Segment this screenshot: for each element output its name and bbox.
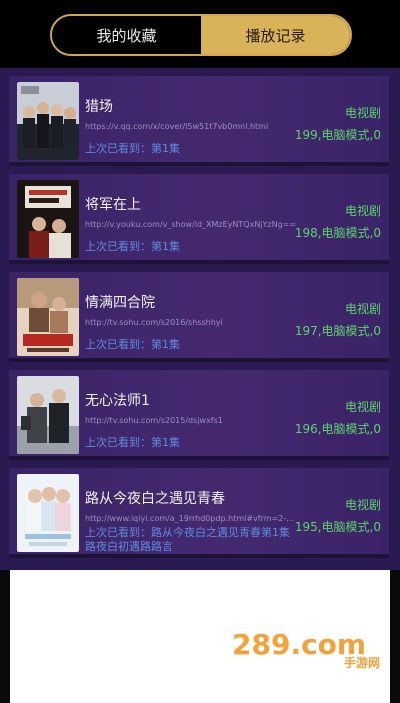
item-type: 电视剧 [344, 106, 381, 120]
watermark-logo: 289.com 手游网 [232, 628, 382, 672]
poster-thumbnail [17, 474, 79, 552]
app-screen: 我的收藏 播放记录 猎场 https://v.qq.com/x/cover/l5… [0, 0, 400, 703]
item-mode: 196,电脑模式,0 [294, 422, 381, 436]
item-title: 无心法师1 [85, 393, 150, 409]
item-mode: 195,电脑模式,0 [294, 520, 381, 534]
tab-play-history[interactable]: 播放记录 [201, 16, 350, 54]
item-url: http://tv.sohu.com/s2015/dsjwxfs1 [85, 416, 223, 425]
item-type: 电视剧 [344, 302, 381, 316]
poster-thumbnail [17, 180, 79, 258]
poster-thumbnail [17, 82, 79, 160]
list-item[interactable]: 无心法师1 http://tv.sohu.com/s2015/dsjwxfs1 … [9, 370, 389, 460]
tab-favorites[interactable]: 我的收藏 [52, 16, 201, 54]
item-url: http://v.youku.com/v_show/id_XMzEyNTQxNj… [85, 220, 297, 229]
item-url: http://www.iqiyi.com/a_19rrhd0pdp.html#v… [85, 514, 299, 523]
top-bar: 我的收藏 播放记录 [0, 0, 400, 68]
segmented-tabs: 我的收藏 播放记录 [50, 14, 352, 56]
item-mode: 198,电脑模式,0 [294, 226, 381, 240]
watermark-subtitle: 手游网 [343, 656, 380, 670]
item-type: 电视剧 [344, 400, 381, 414]
last-watched[interactable]: 上次已看到：第1集 [85, 238, 180, 254]
item-url: https://v.qq.com/x/cover/l5w51t7vb0mnl.h… [85, 122, 269, 131]
history-list: 猎场 https://v.qq.com/x/cover/l5w51t7vb0mn… [0, 68, 400, 570]
item-type: 电视剧 [344, 204, 381, 218]
item-type: 电视剧 [344, 498, 381, 512]
last-watched[interactable]: 上次已看到：路从今夜白之遇见青春第1集 路夜白初遇路路言 [85, 526, 299, 554]
last-watched[interactable]: 上次已看到：第1集 [85, 140, 180, 156]
list-item[interactable]: 将军在上 http://v.youku.com/v_show/id_XMzEyN… [9, 174, 389, 264]
item-mode: 199,电脑模式,0 [294, 128, 381, 142]
poster-thumbnail [17, 376, 79, 454]
list-item[interactable]: 情满四合院 http://tv.sohu.com/s2016/shsshhyi … [9, 272, 389, 362]
list-item[interactable]: 猎场 https://v.qq.com/x/cover/l5w51t7vb0mn… [9, 76, 389, 166]
item-title: 将军在上 [85, 197, 141, 213]
item-title: 猎场 [85, 99, 113, 115]
list-item[interactable]: 路从今夜白之遇见青春 http://www.iqiyi.com/a_19rrhd… [9, 468, 389, 558]
item-title: 路从今夜白之遇见青春 [85, 491, 225, 507]
item-title: 情满四合院 [85, 295, 155, 311]
last-watched[interactable]: 上次已看到：第1集 [85, 336, 180, 352]
item-url: http://tv.sohu.com/s2016/shsshhyi [85, 318, 223, 327]
poster-thumbnail [17, 278, 79, 356]
item-mode: 197,电脑模式,0 [294, 324, 381, 338]
last-watched[interactable]: 上次已看到：第1集 [85, 434, 180, 450]
